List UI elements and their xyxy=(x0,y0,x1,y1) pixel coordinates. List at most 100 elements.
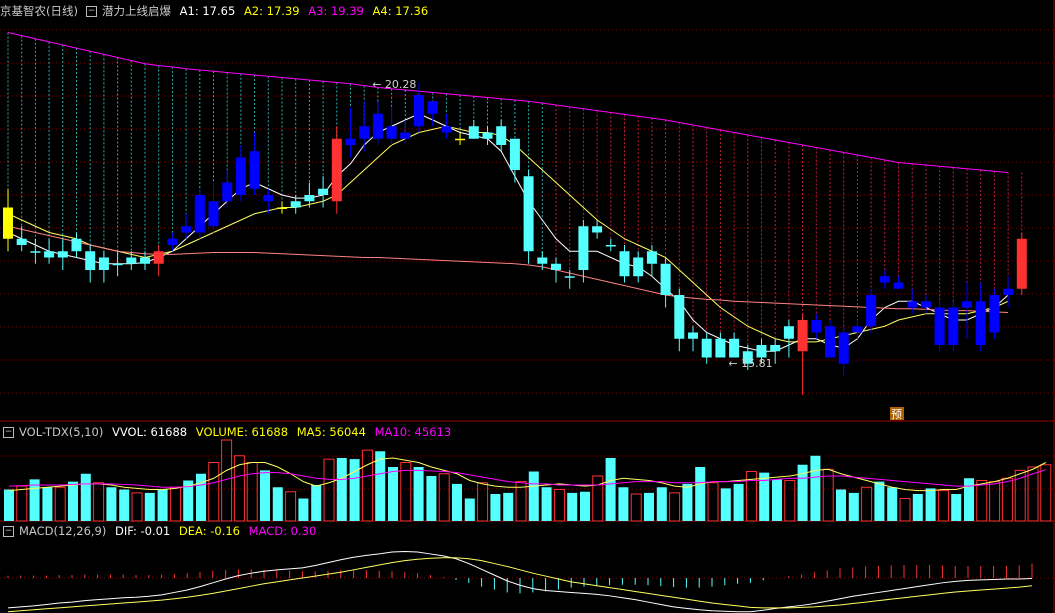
candle-body xyxy=(414,95,424,127)
candle-body xyxy=(331,138,342,202)
volume-bar xyxy=(784,480,796,522)
volume-bar xyxy=(361,449,373,522)
volume-ma10-line xyxy=(8,469,1046,488)
ma-line-white xyxy=(7,113,1009,352)
price-annotation: ← 20.28 xyxy=(372,78,416,91)
volume-bar xyxy=(772,479,782,521)
volume-bar xyxy=(528,471,539,521)
candle-body xyxy=(30,251,41,253)
volume-bar xyxy=(605,458,616,521)
candle-body xyxy=(564,276,575,278)
volume-bar xyxy=(592,475,604,522)
volume-bar xyxy=(951,494,962,521)
volume-bar xyxy=(272,487,283,521)
volume-bar xyxy=(4,489,14,521)
candle-body xyxy=(71,238,82,252)
candle-body xyxy=(592,226,603,233)
a2-value: A2: 17.39 xyxy=(243,4,300,18)
candle-body xyxy=(783,326,794,339)
candle-body xyxy=(509,138,520,170)
candle-body xyxy=(797,320,808,352)
volume-bar xyxy=(68,481,78,521)
volume-bar xyxy=(503,492,514,521)
volume-bar xyxy=(144,492,155,521)
volume-bar xyxy=(131,492,143,522)
candle-body xyxy=(920,301,931,308)
candle-body xyxy=(701,338,712,358)
candle-body xyxy=(85,251,96,270)
candle-body xyxy=(605,245,616,247)
volume-bar xyxy=(285,491,297,522)
candle-body xyxy=(496,126,507,145)
volume-bar xyxy=(438,473,450,522)
volume-bar xyxy=(80,473,91,521)
macd-header: − MACD(12,26,9) DIF: -0.01 DEA: -0.16 MAC… xyxy=(0,522,321,540)
volume-bar xyxy=(630,493,642,522)
vol-indicator-name[interactable]: VOL-TDX(5,10) xyxy=(19,425,103,439)
ma-line-yellow xyxy=(7,125,1009,343)
collapse-icon[interactable]: − xyxy=(85,6,97,17)
a4-value: A4: 17.36 xyxy=(372,4,429,18)
candle-body xyxy=(729,338,740,358)
volume-bar xyxy=(720,488,731,521)
vvol-value: VVOL: 61688 xyxy=(112,425,188,439)
volume-bar xyxy=(822,468,834,522)
volume-bar xyxy=(388,467,398,521)
candle-body xyxy=(660,263,671,295)
candle-body xyxy=(578,226,589,270)
volume-bar xyxy=(989,481,1001,522)
main-header: 京基智农(日线) − 潜力上线启爆 A1: 17.65 A2: 17.39 A3: … xyxy=(0,2,433,20)
collapse-icon[interactable]: − xyxy=(3,526,14,537)
volume-bar xyxy=(106,487,117,521)
candle-body xyxy=(112,263,123,266)
volume-bar xyxy=(400,462,412,522)
volume-bar xyxy=(925,488,936,521)
candle-body xyxy=(235,157,246,195)
candle-body xyxy=(893,282,904,289)
candle-body xyxy=(537,257,548,264)
a3-value: A3: 19.39 xyxy=(308,4,364,18)
candle-body xyxy=(345,138,356,145)
candle-body xyxy=(249,151,260,189)
candle-body xyxy=(934,307,945,345)
volume-bar xyxy=(541,487,552,521)
indicator-name[interactable]: 潜力上线启爆 xyxy=(102,4,171,18)
candle-body xyxy=(290,201,301,208)
vol-ma5-value: MA5: 56044 xyxy=(296,425,366,439)
candle-body xyxy=(825,326,835,358)
volume-bar xyxy=(695,467,706,521)
volume-bar xyxy=(836,489,846,521)
candle-body xyxy=(16,238,27,245)
volume-header: − VOL-TDX(5,10) VVOL: 61688 VOLUME: 61688… xyxy=(0,423,456,441)
volume-bar xyxy=(464,498,475,521)
volume-bar xyxy=(580,491,590,521)
candle-body xyxy=(551,263,561,270)
volume-bar xyxy=(16,485,28,522)
candle-body xyxy=(194,195,205,233)
candle-body xyxy=(523,176,534,252)
candle-body xyxy=(427,101,438,114)
volume-bar xyxy=(810,455,821,521)
collapse-icon[interactable]: − xyxy=(3,427,14,438)
volume-bar xyxy=(54,486,66,522)
volume-bar xyxy=(861,486,873,522)
stock-name[interactable]: 京基智农(日线) xyxy=(0,4,78,18)
macd-indicator-name[interactable]: MACD(12,26,9) xyxy=(19,524,106,538)
vol-ma10-value: MA10: 45613 xyxy=(374,425,452,439)
volume-bar xyxy=(413,467,424,521)
candle-body xyxy=(1003,288,1014,295)
candle-body xyxy=(962,301,972,308)
forecast-badge: 预 xyxy=(891,408,902,421)
volume-bar xyxy=(874,481,885,521)
volume-bar xyxy=(644,492,654,521)
candle-body xyxy=(3,207,13,239)
candle-body xyxy=(468,126,479,139)
candle-body xyxy=(1016,238,1027,289)
volume-bar xyxy=(964,478,974,521)
volume-bar xyxy=(707,482,719,522)
volume-bar xyxy=(848,492,859,521)
volume-bar xyxy=(196,473,206,521)
volume-ma5-line xyxy=(8,457,1047,492)
volume-value: VOLUME: 61688 xyxy=(195,425,289,439)
volume-bar xyxy=(1001,477,1013,522)
